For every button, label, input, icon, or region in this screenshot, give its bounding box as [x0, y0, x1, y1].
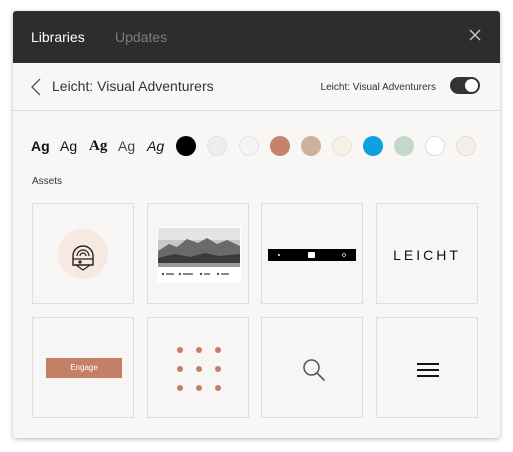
asset-dots-grid[interactable] — [147, 317, 249, 418]
tab-libraries[interactable]: Libraries — [31, 29, 85, 45]
leicht-wordmark: LEICHT — [393, 247, 461, 263]
text-style-bold[interactable]: Ag — [31, 138, 50, 154]
styles-row: Ag Ag Ag Ag Ag — [31, 135, 491, 159]
chevron-left-icon[interactable] — [30, 77, 42, 97]
color-swatch-off-white[interactable] — [239, 136, 259, 156]
color-swatch-white[interactable] — [425, 136, 445, 156]
color-swatch-cream[interactable] — [332, 136, 352, 156]
tab-updates[interactable]: Updates — [115, 29, 167, 45]
text-style-light[interactable]: Ag — [118, 138, 135, 154]
library-title: Leicht: Visual Adventurers — [52, 78, 214, 94]
text-style-medium[interactable]: Ag — [60, 138, 77, 154]
library-header: Leicht: Visual Adventurers Leicht: Visua… — [13, 63, 500, 111]
landscape-webpage-image — [157, 227, 241, 282]
panel-header: Libraries Updates — [13, 11, 500, 63]
asset-logo-emblem[interactable] — [32, 203, 134, 304]
color-swatch-light-gray[interactable] — [207, 136, 227, 156]
assets-label: Assets — [32, 176, 63, 187]
navigation-bar-image — [268, 249, 356, 261]
asset-landscape-webpage[interactable] — [147, 203, 249, 304]
color-swatch-blue[interactable] — [363, 136, 383, 156]
asset-navigation-bar[interactable] — [261, 203, 363, 304]
text-style-italic[interactable]: Ag — [147, 138, 164, 154]
color-swatch-warm-white[interactable] — [456, 136, 476, 156]
libraries-panel: Libraries Updates Leicht: Visual Adventu… — [13, 11, 500, 438]
asset-hamburger-menu[interactable] — [376, 317, 478, 418]
color-swatch-sage[interactable] — [394, 136, 414, 156]
asset-wordmark[interactable]: LEICHT — [376, 203, 478, 304]
color-swatch-sand[interactable] — [301, 136, 321, 156]
close-icon[interactable] — [468, 28, 482, 42]
toggle-knob — [465, 79, 478, 92]
logo-emblem-image — [58, 229, 108, 279]
dots-grid-icon — [177, 347, 221, 391]
asset-engage-button[interactable]: Engage — [32, 317, 134, 418]
search-icon — [303, 359, 325, 381]
library-toggle[interactable] — [450, 77, 480, 94]
color-swatch-terracotta[interactable] — [270, 136, 290, 156]
hamburger-menu-icon — [417, 363, 439, 377]
engage-button-preview: Engage — [46, 358, 122, 378]
color-swatch-black[interactable] — [176, 136, 196, 156]
library-toggle-label: Leicht: Visual Adventurers — [320, 82, 436, 93]
text-style-bold-serif[interactable]: Ag — [89, 138, 107, 155]
asset-search[interactable] — [261, 317, 363, 418]
